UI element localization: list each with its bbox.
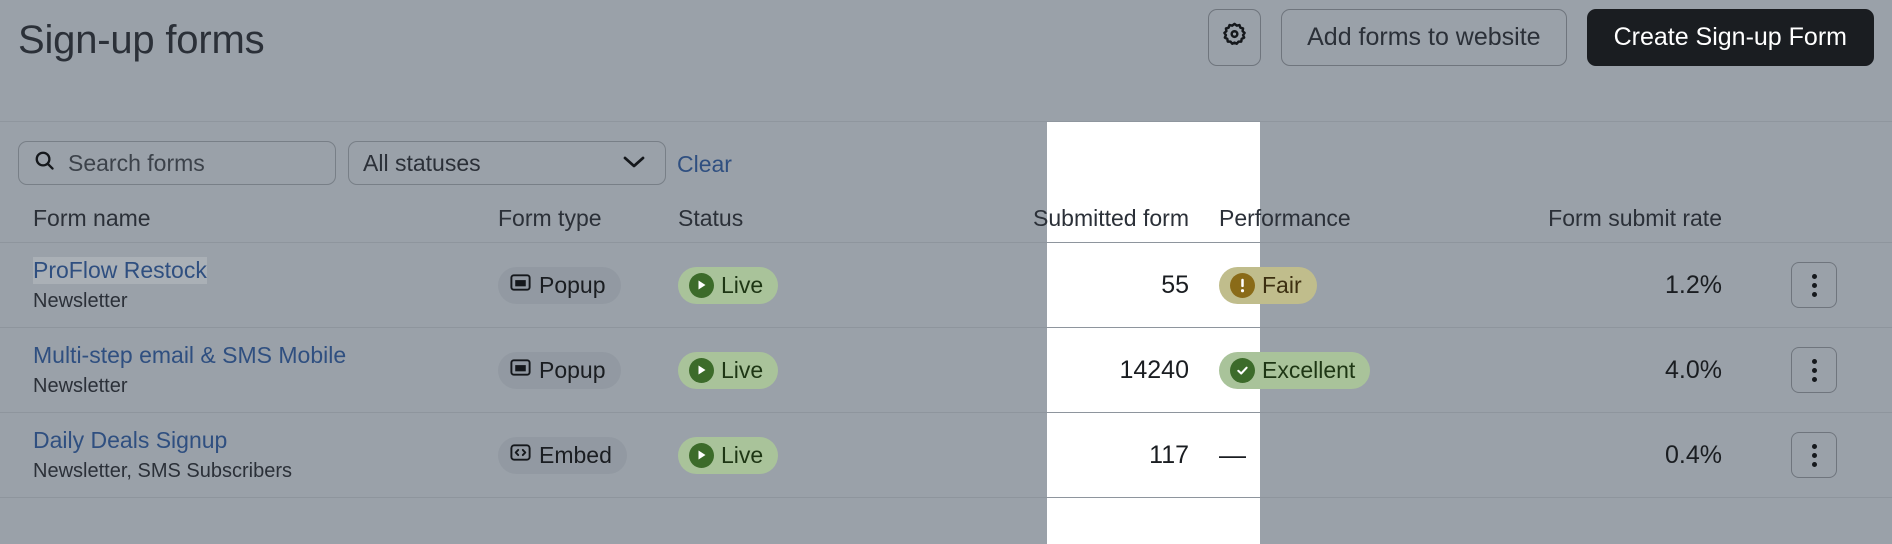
- embed-code-icon: [509, 441, 532, 470]
- row-actions-cell: [1736, 347, 1892, 393]
- header-actions: Add forms to website Create Sign-up Form: [1208, 9, 1874, 66]
- warning-circle-icon: [1230, 273, 1255, 298]
- form-name-cell: Daily Deals Signup Newsletter, SMS Subsc…: [0, 427, 498, 482]
- row-actions-menu-button[interactable]: [1791, 347, 1837, 393]
- form-name-cell: Multi-step email & SMS Mobile Newsletter: [0, 342, 498, 397]
- row-actions-menu-button[interactable]: [1791, 432, 1837, 478]
- filter-bar: All statuses Clear: [0, 122, 1892, 195]
- status-filter-select[interactable]: All statuses: [348, 141, 666, 185]
- status-label: Live: [721, 442, 763, 469]
- form-lists-label: Newsletter, SMS Subscribers: [33, 460, 498, 483]
- form-type-badge: Popup: [498, 267, 621, 304]
- form-type-badge: Popup: [498, 352, 621, 389]
- row-actions-cell: [1736, 262, 1892, 308]
- column-header-status: Status: [678, 205, 871, 232]
- search-forms-field[interactable]: [18, 141, 336, 185]
- check-circle-icon: [1230, 358, 1255, 383]
- column-header-performance: Performance: [1219, 205, 1440, 232]
- form-type-badge: Embed: [498, 437, 627, 474]
- clear-filters-link[interactable]: Clear: [677, 151, 732, 178]
- chevron-down-icon: [619, 151, 649, 176]
- play-circle-icon: [689, 273, 714, 298]
- add-forms-to-website-button[interactable]: Add forms to website: [1281, 9, 1566, 66]
- table-row[interactable]: Daily Deals Signup Newsletter, SMS Subsc…: [0, 413, 1892, 498]
- popup-icon: [509, 356, 532, 385]
- form-type-label: Embed: [539, 442, 612, 469]
- row-actions-menu-button[interactable]: [1791, 262, 1837, 308]
- create-sign-up-form-button[interactable]: Create Sign-up Form: [1587, 9, 1874, 66]
- performance-cell: —: [1219, 442, 1440, 469]
- submitted-form-count: 117: [871, 441, 1219, 470]
- status-badge: Live: [678, 267, 778, 304]
- create-sign-up-form-label: Create Sign-up Form: [1614, 23, 1847, 52]
- play-circle-icon: [689, 358, 714, 383]
- performance-cell: Fair: [1219, 267, 1440, 304]
- column-header-form-name: Form name: [0, 205, 498, 232]
- status-label: Live: [721, 357, 763, 384]
- form-submit-rate: 1.2%: [1440, 271, 1736, 300]
- status-badge: Live: [678, 437, 778, 474]
- submitted-form-count: 14240: [871, 356, 1219, 385]
- page-title: Sign-up forms: [18, 18, 264, 63]
- form-name-link[interactable]: Daily Deals Signup: [33, 427, 227, 453]
- form-submit-rate: 0.4%: [1440, 441, 1736, 470]
- table-row[interactable]: ProFlow Restock Newsletter Popup Live: [0, 243, 1892, 328]
- page-header: Sign-up forms Add forms to website Creat…: [0, 0, 1892, 122]
- table-row[interactable]: Multi-step email & SMS Mobile Newsletter…: [0, 328, 1892, 413]
- search-icon: [33, 149, 56, 177]
- form-type-cell: Popup: [498, 267, 678, 304]
- popup-icon: [509, 271, 532, 300]
- column-header-form-type: Form type: [498, 205, 678, 232]
- status-cell: Live: [678, 437, 871, 474]
- status-filter-value: All statuses: [363, 150, 481, 177]
- performance-cell: Excellent: [1219, 352, 1440, 389]
- form-type-cell: Popup: [498, 352, 678, 389]
- performance-badge: Fair: [1219, 267, 1317, 304]
- status-cell: Live: [678, 267, 871, 304]
- performance-label: Excellent: [1262, 357, 1355, 384]
- kebab-menu-icon: [1812, 444, 1817, 449]
- form-name-link[interactable]: ProFlow Restock: [33, 257, 207, 283]
- settings-button[interactable]: [1208, 9, 1261, 66]
- form-name-cell: ProFlow Restock Newsletter: [0, 257, 498, 312]
- submitted-form-count: 55: [871, 271, 1219, 300]
- kebab-menu-icon: [1812, 274, 1817, 279]
- form-lists-label: Newsletter: [33, 375, 498, 398]
- add-forms-to-website-label: Add forms to website: [1307, 23, 1540, 52]
- form-lists-label: Newsletter: [33, 290, 498, 313]
- table-header-row: Form name Form type Status Submitted for…: [0, 195, 1892, 243]
- form-name-link[interactable]: Multi-step email & SMS Mobile: [33, 342, 346, 368]
- status-cell: Live: [678, 352, 871, 389]
- column-header-form-submit-rate: Form submit rate: [1440, 205, 1736, 232]
- row-actions-cell: [1736, 432, 1892, 478]
- kebab-menu-icon: [1812, 359, 1817, 364]
- form-submit-rate: 4.0%: [1440, 356, 1736, 385]
- status-badge: Live: [678, 352, 778, 389]
- performance-badge: Excellent: [1219, 352, 1370, 389]
- sign-up-forms-table: Form name Form type Status Submitted for…: [0, 195, 1892, 498]
- form-type-cell: Embed: [498, 437, 678, 474]
- performance-empty-value: —: [1219, 440, 1246, 470]
- play-circle-icon: [689, 443, 714, 468]
- column-header-submitted-form: Submitted form: [871, 205, 1219, 232]
- search-input[interactable]: [68, 150, 308, 177]
- performance-label: Fair: [1262, 272, 1302, 299]
- form-type-label: Popup: [539, 357, 606, 384]
- status-label: Live: [721, 272, 763, 299]
- form-type-label: Popup: [539, 272, 606, 299]
- gear-icon: [1221, 21, 1248, 55]
